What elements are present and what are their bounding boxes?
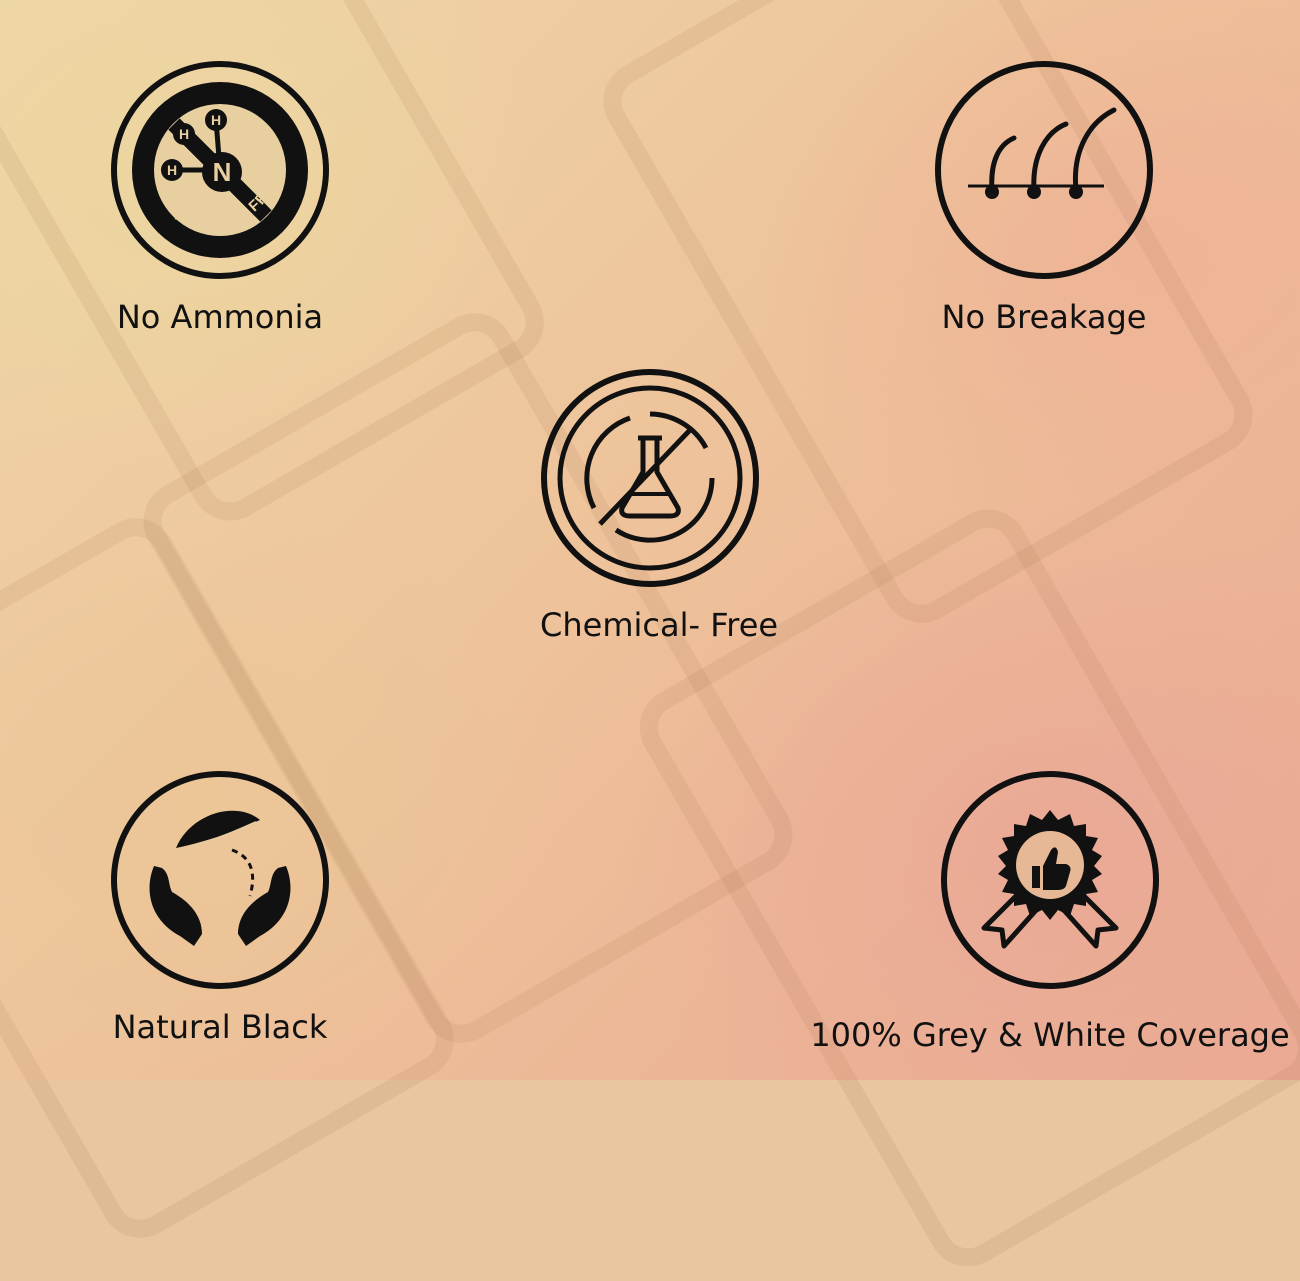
feature-no-ammonia: N H H H AMMONIA FREE No Ammonia [110,60,330,336]
feature-label: No Breakage [941,298,1147,336]
ammonia-icon-h: H [179,126,189,142]
leaf-hands-icon [111,771,329,989]
no-chemical-flask-icon [541,369,759,587]
thumbs-up-badge-icon [941,771,1159,989]
feature-label: Chemical- Free [540,606,779,644]
feature-label: No Ammonia [116,298,324,336]
feature-natural-black: Natural Black [110,770,330,1046]
feature-chemical-free: Chemical- Free [540,368,779,644]
feature-grey-white-coverage: 100% Grey & White Coverage [800,770,1300,1054]
ammonia-icon-h: H [167,162,177,178]
ammonia-free-icon: N H H H AMMONIA FREE [111,61,329,279]
feature-label: Natural Black [112,1008,328,1046]
ammonia-icon-n: N [213,157,232,187]
feature-no-breakage: No Breakage [934,60,1154,336]
ammonia-icon-h: H [211,112,221,128]
hair-strands-icon [935,61,1153,279]
feature-label: 100% Grey & White Coverage [810,1016,1290,1054]
